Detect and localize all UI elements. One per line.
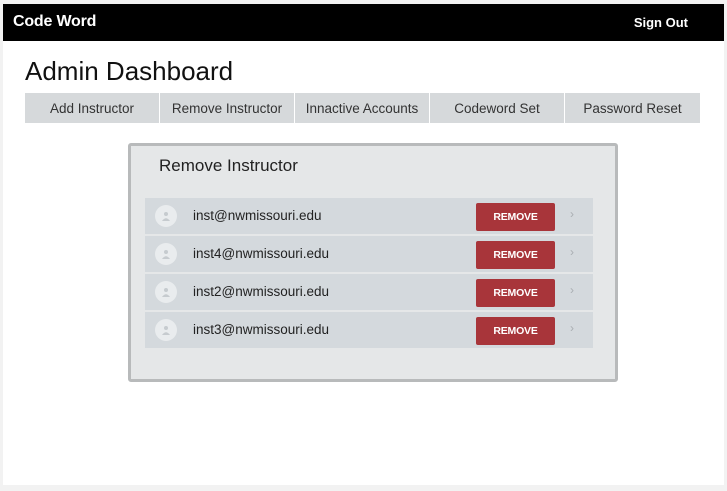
- instructor-row: inst2@nwmissouri.edu REMOVE ›: [145, 274, 593, 310]
- instructor-email: inst4@nwmissouri.edu: [193, 246, 330, 261]
- chevron-right-icon[interactable]: ›: [570, 283, 574, 297]
- remove-button[interactable]: REMOVE: [476, 241, 555, 269]
- sign-out-link[interactable]: Sign Out: [634, 15, 688, 30]
- tab-codeword-set[interactable]: Codeword Set: [430, 93, 565, 123]
- person-icon: [155, 281, 177, 303]
- tab-inactive-accounts[interactable]: Innactive Accounts: [295, 93, 430, 123]
- instructor-email: inst2@nwmissouri.edu: [193, 284, 330, 299]
- person-icon: [155, 243, 177, 265]
- app-frame: Code Word Sign Out Admin Dashboard Add I…: [3, 4, 724, 485]
- brand-logo[interactable]: Code Word: [13, 13, 96, 31]
- instructor-row: inst@nwmissouri.edu REMOVE ›: [145, 198, 593, 234]
- instructor-list: inst@nwmissouri.edu REMOVE › inst4@nwmis…: [145, 198, 593, 350]
- tab-remove-instructor[interactable]: Remove Instructor: [160, 93, 295, 123]
- admin-tabs: Add Instructor Remove Instructor Innacti…: [25, 93, 700, 123]
- panel-title: Remove Instructor: [159, 156, 298, 175]
- top-navbar: Code Word Sign Out: [3, 4, 724, 41]
- chevron-right-icon[interactable]: ›: [570, 321, 574, 335]
- instructor-row: inst3@nwmissouri.edu REMOVE ›: [145, 312, 593, 348]
- remove-button[interactable]: REMOVE: [476, 317, 555, 345]
- remove-instructor-panel: Remove Instructor inst@nwmissouri.edu RE…: [128, 143, 618, 382]
- chevron-right-icon[interactable]: ›: [570, 207, 574, 221]
- chevron-right-icon[interactable]: ›: [570, 245, 574, 259]
- instructor-row: inst4@nwmissouri.edu REMOVE ›: [145, 236, 593, 272]
- person-icon: [155, 205, 177, 227]
- instructor-email: inst@nwmissouri.edu: [193, 208, 322, 223]
- remove-button[interactable]: REMOVE: [476, 203, 555, 231]
- instructor-email: inst3@nwmissouri.edu: [193, 322, 330, 337]
- tab-add-instructor[interactable]: Add Instructor: [25, 93, 160, 123]
- remove-button[interactable]: REMOVE: [476, 279, 555, 307]
- page-title: Admin Dashboard: [25, 56, 234, 86]
- tab-password-reset[interactable]: Password Reset: [565, 93, 700, 123]
- person-icon: [155, 319, 177, 341]
